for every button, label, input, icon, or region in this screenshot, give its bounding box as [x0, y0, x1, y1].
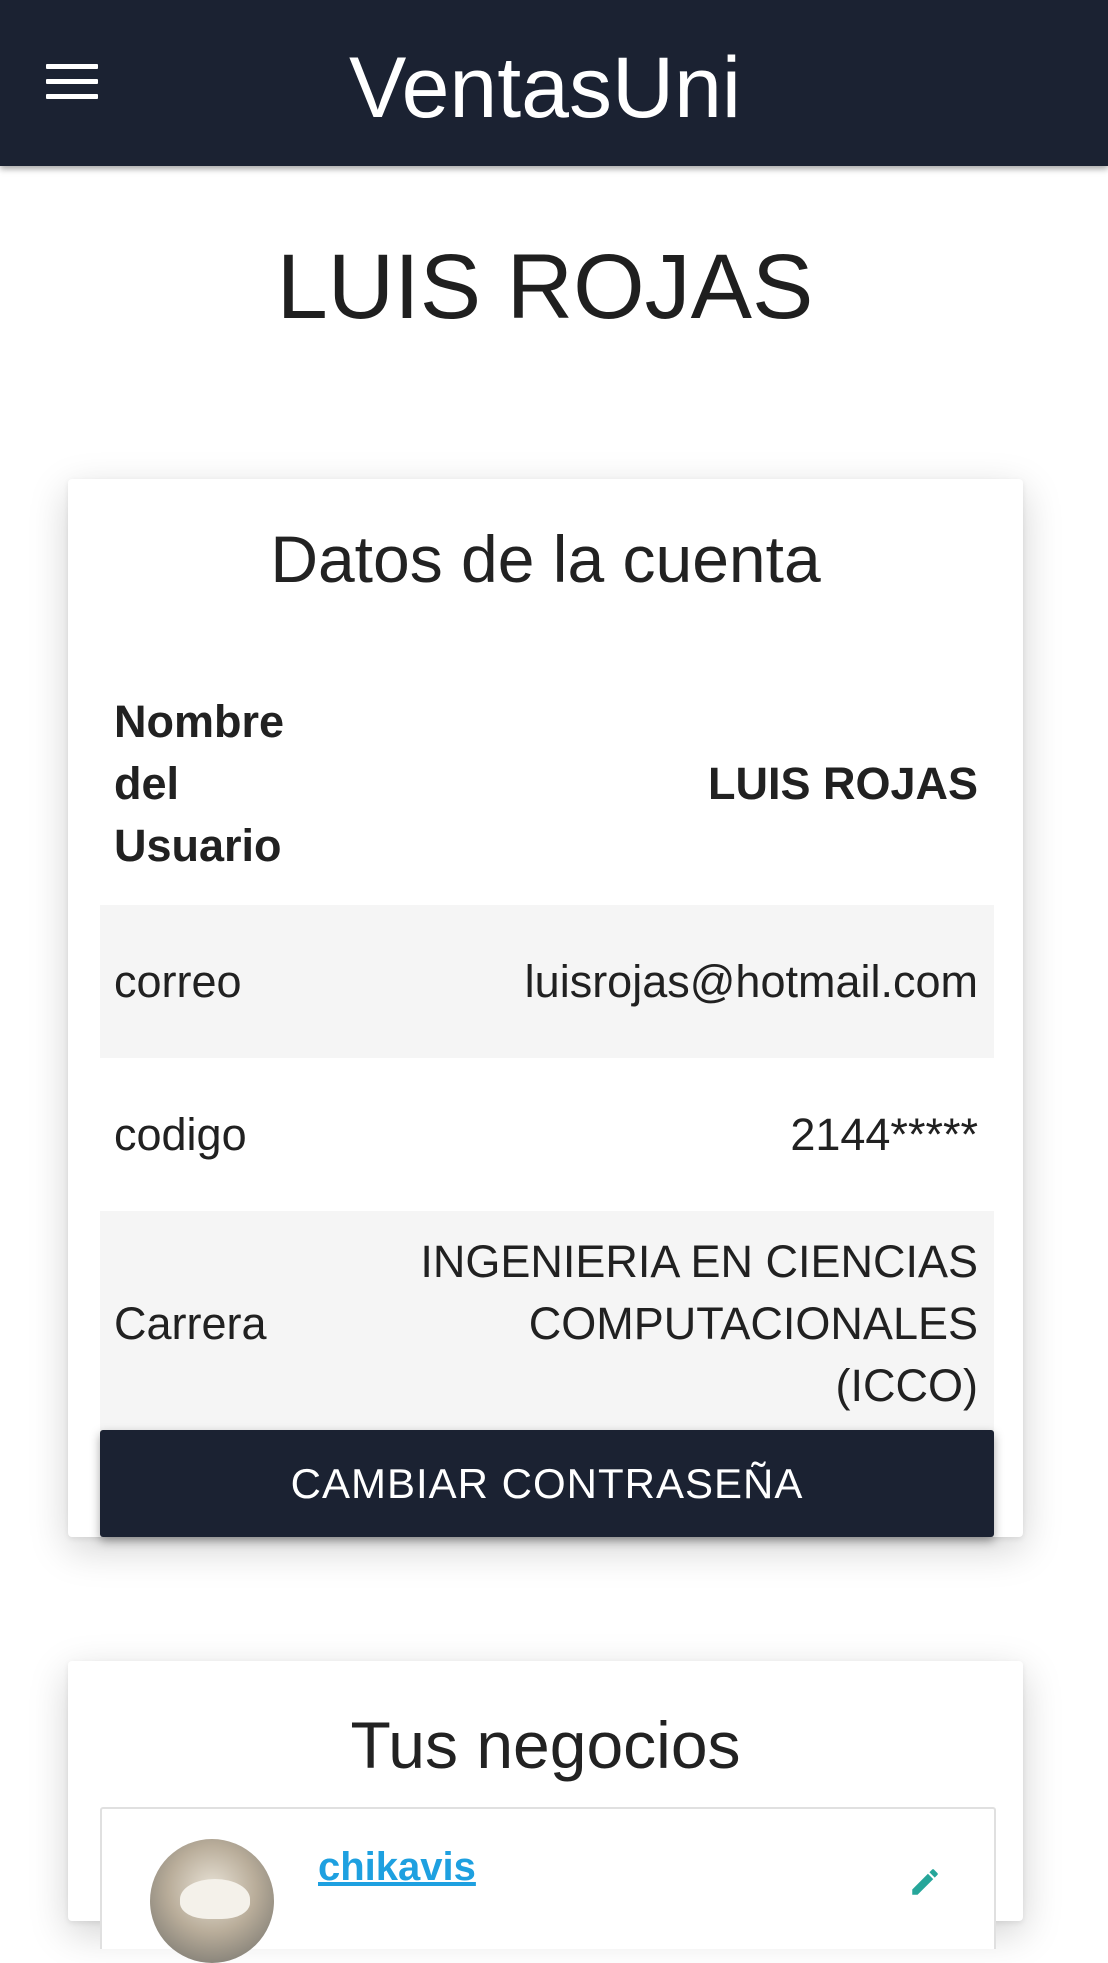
- row-label: Nombre del Usuario: [114, 695, 285, 871]
- row-value: luisrojas@hotmail.com: [524, 955, 978, 1007]
- user-name-heading: LUIS ROJAS: [276, 236, 814, 338]
- row-label: Carrera: [114, 1297, 267, 1349]
- account-data-card: Datos de la cuenta Nombre del Usuario LU…: [68, 479, 1023, 1537]
- account-card-title: Datos de la cuenta: [270, 522, 821, 596]
- app-bar: VentasUni: [0, 0, 1108, 166]
- row-value: 2144*****: [790, 1108, 978, 1160]
- business-list-item[interactable]: chikavis: [100, 1807, 996, 1963]
- table-row-career: Carrera INGENIERIA EN CIENCIAS COMPUTACI…: [100, 1211, 994, 1436]
- row-label: codigo: [114, 1108, 247, 1160]
- table-row-username: Nombre del Usuario LUIS ROJAS: [100, 662, 994, 905]
- change-password-button[interactable]: CAMBIAR CONTRASEÑA: [100, 1430, 994, 1537]
- row-value: INGENIERIA EN CIENCIAS COMPUTACIONALES (…: [420, 1235, 978, 1411]
- table-row-code: codigo 2144*****: [100, 1058, 994, 1211]
- app-title: VentasUni: [348, 40, 742, 136]
- pencil-edit-icon[interactable]: [908, 1865, 942, 1899]
- business-name-link[interactable]: chikavis: [318, 1845, 476, 1890]
- table-row-email: correo luisrojas@hotmail.com: [100, 905, 994, 1058]
- account-info-table: Nombre del Usuario LUIS ROJAS correo lui…: [100, 662, 994, 1436]
- businesses-card-title: Tus negocios: [350, 1708, 741, 1782]
- businesses-card: Tus negocios chikavis: [68, 1661, 1023, 1963]
- business-avatar: [150, 1839, 274, 1963]
- row-label: correo: [114, 955, 242, 1007]
- row-value: LUIS ROJAS: [707, 757, 978, 809]
